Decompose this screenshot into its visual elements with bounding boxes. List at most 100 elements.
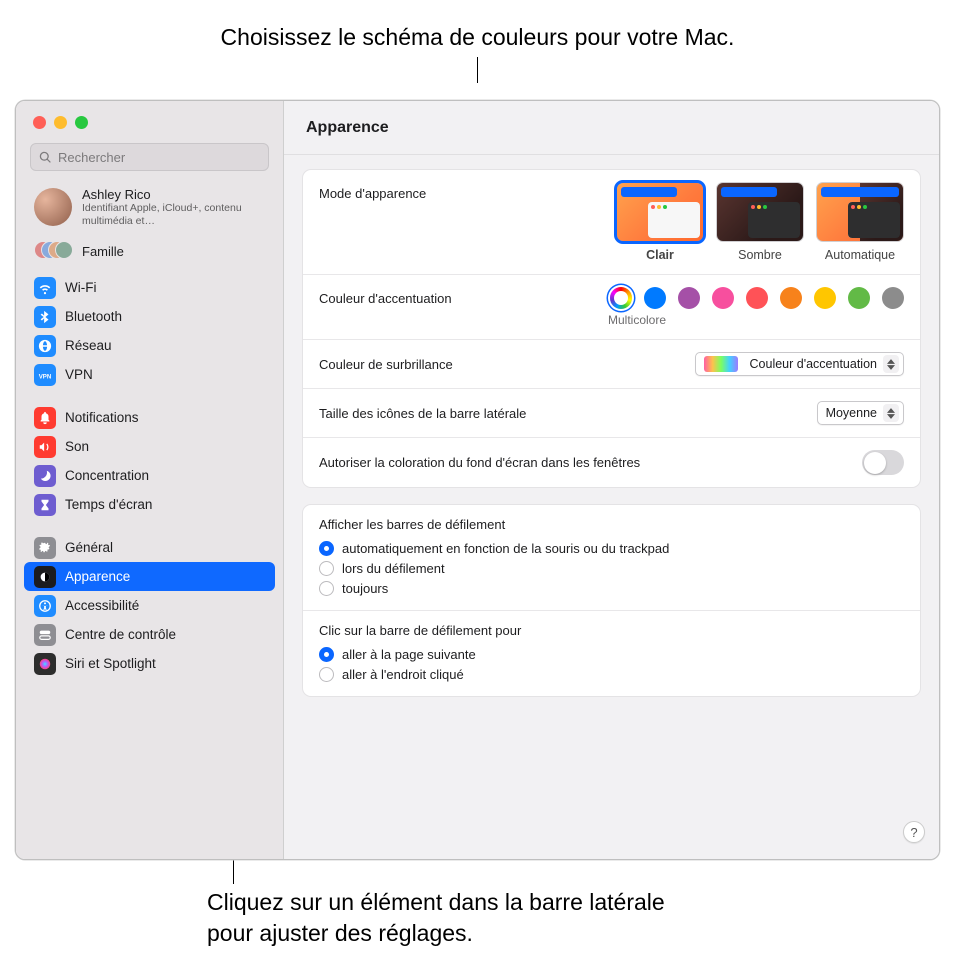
sidebar-item-label: Temps d'écran bbox=[65, 497, 152, 512]
sidebar-item-label: Wi-Fi bbox=[65, 280, 96, 295]
sidebar-iconsize-label: Taille des icônes de la barre latérale bbox=[319, 406, 526, 421]
speaker-icon bbox=[34, 436, 56, 458]
sidebar-item-label: VPN bbox=[65, 367, 93, 382]
radio-icon bbox=[319, 667, 334, 682]
highlight-swatch-icon bbox=[704, 356, 738, 372]
sidebar-item-label: Notifications bbox=[65, 410, 139, 425]
scroll-click-option-0[interactable]: aller à la page suivante bbox=[319, 644, 904, 664]
window-controls bbox=[16, 101, 283, 139]
appearance-thumb-dark bbox=[716, 182, 804, 242]
sidebar-item-wifi[interactable]: Wi-Fi bbox=[24, 273, 275, 302]
help-button[interactable]: ? bbox=[903, 821, 925, 843]
wallpaper-tint-toggle[interactable] bbox=[862, 450, 904, 475]
radio-label: toujours bbox=[342, 581, 388, 596]
accent-swatch-yellow[interactable] bbox=[814, 287, 836, 309]
highlight-color-select[interactable]: Couleur d'accentuation bbox=[695, 352, 904, 376]
appearance-option-auto[interactable]: Automatique bbox=[816, 182, 904, 262]
accent-swatch-graphite[interactable] bbox=[882, 287, 904, 309]
family-row[interactable]: Famille bbox=[16, 233, 283, 273]
accent-caption: Multicolore bbox=[608, 313, 904, 327]
gear-icon bbox=[34, 537, 56, 559]
sidebar-item-siri[interactable]: Siri et Spotlight bbox=[24, 649, 275, 678]
sidebar-item-label: Centre de contrôle bbox=[65, 627, 176, 642]
accent-swatch-pink[interactable] bbox=[712, 287, 734, 309]
appearance-thumb-light bbox=[616, 182, 704, 242]
sidebar-item-appearance[interactable]: Apparence bbox=[24, 562, 275, 591]
avatar bbox=[34, 188, 72, 226]
accent-swatch-purple[interactable] bbox=[678, 287, 700, 309]
sidebar-item-sound[interactable]: Son bbox=[24, 432, 275, 461]
chevron-up-down-icon bbox=[883, 355, 899, 373]
accent-swatch-multi[interactable] bbox=[610, 287, 632, 309]
sidebar-item-label: Réseau bbox=[65, 338, 112, 353]
radio-icon bbox=[319, 647, 334, 662]
sidebar-item-focus[interactable]: Concentration bbox=[24, 461, 275, 490]
sidebar-item-label: Siri et Spotlight bbox=[65, 656, 156, 671]
profile-name: Ashley Rico bbox=[82, 187, 269, 202]
scroll-show-title: Afficher les barres de défilement bbox=[319, 517, 904, 532]
apple-id-row[interactable]: Ashley Rico Identifiant Apple, iCloud+, … bbox=[16, 183, 283, 233]
appearance-thumb-auto bbox=[816, 182, 904, 242]
sidebar-iconsize-select[interactable]: Moyenne bbox=[817, 401, 904, 425]
accent-swatch-orange[interactable] bbox=[780, 287, 802, 309]
scroll-show-option-0[interactable]: automatiquement en fonction de la souris… bbox=[319, 538, 904, 558]
svg-text:VPN: VPN bbox=[39, 373, 52, 380]
sidebar-item-screentime[interactable]: Temps d'écran bbox=[24, 490, 275, 519]
family-label: Famille bbox=[82, 244, 124, 259]
appearance-option-label: Automatique bbox=[816, 248, 904, 262]
family-icon bbox=[34, 241, 72, 261]
globe-icon bbox=[34, 335, 56, 357]
moon-icon bbox=[34, 465, 56, 487]
sidebar-item-bluetooth[interactable]: Bluetooth bbox=[24, 302, 275, 331]
radio-label: lors du défilement bbox=[342, 561, 445, 576]
wifi-icon bbox=[34, 277, 56, 299]
radio-icon bbox=[319, 581, 334, 596]
sidebar-item-vpn[interactable]: VPN VPN bbox=[24, 360, 275, 389]
radio-label: automatiquement en fonction de la souris… bbox=[342, 541, 669, 556]
accent-swatch-blue[interactable] bbox=[644, 287, 666, 309]
scroll-show-option-1[interactable]: lors du défilement bbox=[319, 558, 904, 578]
sidebar-item-label: Son bbox=[65, 439, 89, 454]
appearance-mode-label: Mode d'apparence bbox=[319, 182, 426, 201]
minimize-button[interactable] bbox=[54, 116, 67, 129]
fullscreen-button[interactable] bbox=[75, 116, 88, 129]
close-button[interactable] bbox=[33, 116, 46, 129]
appearance-option-label: Clair bbox=[616, 248, 704, 262]
sidebar-item-label: Apparence bbox=[65, 569, 130, 584]
search-placeholder: Rechercher bbox=[58, 150, 125, 165]
bell-icon bbox=[34, 407, 56, 429]
profile-sub: Identifiant Apple, iCloud+, contenu mult… bbox=[82, 202, 269, 227]
bluetooth-icon bbox=[34, 306, 56, 328]
accent-swatch-green[interactable] bbox=[848, 287, 870, 309]
sidebar-list: Wi-Fi Bluetooth Réseau VPN VPN Notifications S… bbox=[16, 273, 283, 859]
radio-icon bbox=[319, 541, 334, 556]
sidebar-item-label: Concentration bbox=[65, 468, 149, 483]
highlight-color-label: Couleur de surbrillance bbox=[319, 357, 453, 372]
hourglass-icon bbox=[34, 494, 56, 516]
siri-icon bbox=[34, 653, 56, 675]
main-panel: Apparence Mode d'apparence ClairSombreAu… bbox=[284, 101, 939, 859]
sidebar-item-general[interactable]: Général bbox=[24, 533, 275, 562]
system-settings-window: Rechercher Ashley Rico Identifiant Apple… bbox=[15, 100, 940, 860]
sidebar-item-notifications[interactable]: Notifications bbox=[24, 403, 275, 432]
sidebar-item-label: Général bbox=[65, 540, 113, 555]
wallpaper-tint-label: Autoriser la coloration du fond d'écran … bbox=[319, 455, 640, 470]
search-icon bbox=[39, 151, 52, 164]
scrollbars-card: Afficher les barres de défilement automa… bbox=[302, 504, 921, 697]
sidebar-item-label: Bluetooth bbox=[65, 309, 122, 324]
chevron-up-down-icon bbox=[883, 404, 899, 422]
sidebar: Rechercher Ashley Rico Identifiant Apple… bbox=[16, 101, 284, 859]
vpn-icon: VPN bbox=[34, 364, 56, 386]
radio-icon bbox=[319, 561, 334, 576]
sidebar-item-accessibility[interactable]: Accessibilité bbox=[24, 591, 275, 620]
appearance-option-dark[interactable]: Sombre bbox=[716, 182, 804, 262]
accent-color-label: Couleur d'accentuation bbox=[319, 287, 452, 306]
callout-top: Choisissez le schéma de couleurs pour vo… bbox=[0, 22, 955, 83]
sidebar-item-controlcenter[interactable]: Centre de contrôle bbox=[24, 620, 275, 649]
sidebar-item-network[interactable]: Réseau bbox=[24, 331, 275, 360]
appearance-option-light[interactable]: Clair bbox=[616, 182, 704, 262]
scroll-click-option-1[interactable]: aller à l'endroit cliqué bbox=[319, 664, 904, 684]
scroll-show-option-2[interactable]: toujours bbox=[319, 578, 904, 598]
search-input[interactable]: Rechercher bbox=[30, 143, 269, 171]
accent-swatch-red[interactable] bbox=[746, 287, 768, 309]
